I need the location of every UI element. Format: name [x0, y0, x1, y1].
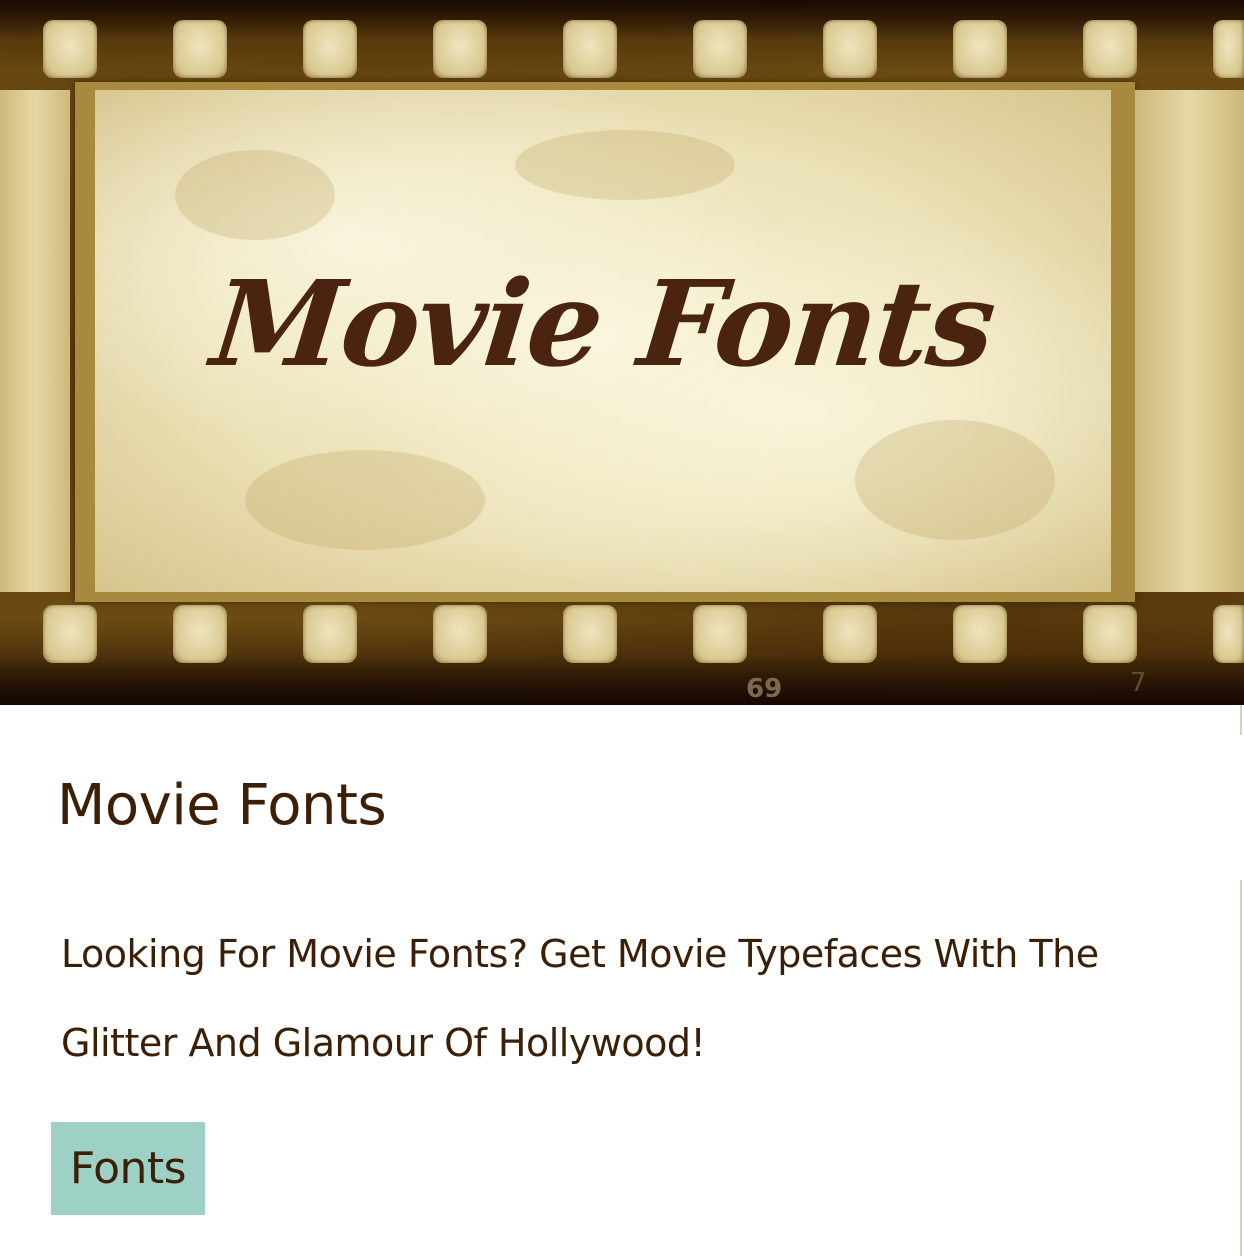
sprocket-hole	[303, 20, 357, 78]
page-description: Looking For Movie Fonts? Get Movie Typef…	[61, 932, 1099, 1065]
film-side-panel-right	[1135, 90, 1244, 592]
film-sprockets-top	[0, 20, 1244, 80]
sprocket-hole	[823, 605, 877, 663]
sprocket-hole	[1213, 20, 1244, 78]
sprocket-hole	[173, 605, 227, 663]
sprocket-hole	[953, 20, 1007, 78]
sprocket-hole	[953, 605, 1007, 663]
film-sprockets-bottom	[0, 605, 1244, 665]
film-side-panel-left	[0, 90, 70, 592]
sprocket-hole	[433, 605, 487, 663]
sprocket-hole	[1213, 605, 1244, 663]
sprocket-hole	[563, 605, 617, 663]
hero-image: Movie Fonts 69 7	[0, 0, 1244, 705]
sprocket-hole	[173, 20, 227, 78]
sprocket-hole	[563, 20, 617, 78]
sprocket-hole	[433, 20, 487, 78]
hero-title: Movie Fonts	[205, 254, 1001, 393]
sprocket-hole	[303, 605, 357, 663]
sprocket-hole	[43, 605, 97, 663]
divider	[1240, 880, 1242, 1256]
page-title: Movie Fonts	[57, 773, 387, 838]
sprocket-hole	[1083, 20, 1137, 78]
sprocket-hole	[43, 20, 97, 78]
sprocket-hole	[823, 20, 877, 78]
divider	[1240, 705, 1242, 735]
sprocket-hole	[693, 20, 747, 78]
film-frame-number: 69	[746, 674, 783, 704]
sprocket-hole	[1083, 605, 1137, 663]
fonts-tag-link[interactable]: Fonts	[51, 1122, 205, 1215]
sprocket-hole	[693, 605, 747, 663]
film-frame-mark: 7	[1130, 668, 1147, 698]
